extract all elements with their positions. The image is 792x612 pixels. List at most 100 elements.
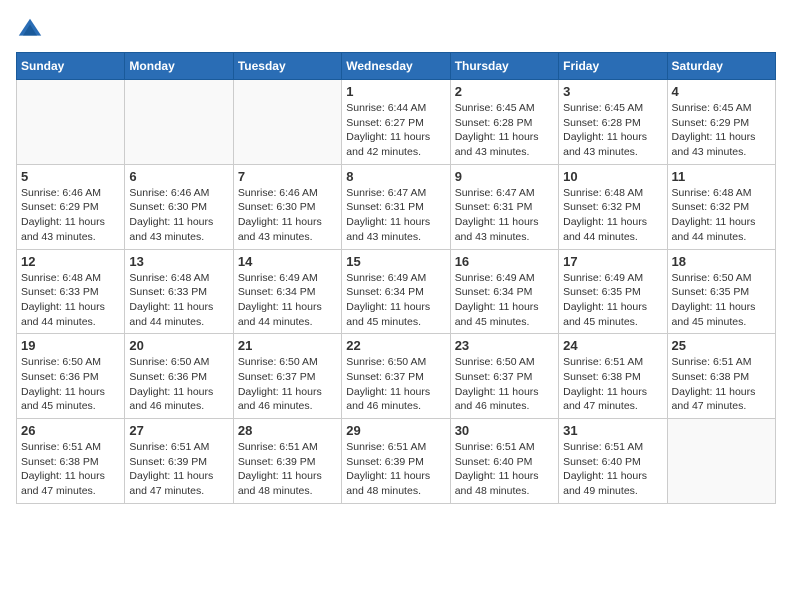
day-info: Sunrise: 6:46 AM Sunset: 6:29 PM Dayligh… [21, 186, 120, 245]
page-header [16, 16, 776, 44]
day-number: 14 [238, 254, 337, 269]
calendar-day-header: Saturday [667, 53, 775, 80]
day-info: Sunrise: 6:49 AM Sunset: 6:34 PM Dayligh… [238, 271, 337, 330]
day-number: 13 [129, 254, 228, 269]
day-number: 19 [21, 338, 120, 353]
day-info: Sunrise: 6:47 AM Sunset: 6:31 PM Dayligh… [346, 186, 445, 245]
calendar-cell: 22 Sunrise: 6:50 AM Sunset: 6:37 PM Dayli… [342, 334, 450, 419]
day-info: Sunrise: 6:51 AM Sunset: 6:40 PM Dayligh… [563, 440, 662, 499]
day-number: 17 [563, 254, 662, 269]
calendar-cell: 9 Sunrise: 6:47 AM Sunset: 6:31 PM Daylig… [450, 164, 558, 249]
day-info: Sunrise: 6:48 AM Sunset: 6:33 PM Dayligh… [129, 271, 228, 330]
day-info: Sunrise: 6:45 AM Sunset: 6:28 PM Dayligh… [563, 101, 662, 160]
calendar-cell: 12 Sunrise: 6:48 AM Sunset: 6:33 PM Dayli… [17, 249, 125, 334]
calendar-week-row: 5 Sunrise: 6:46 AM Sunset: 6:29 PM Daylig… [17, 164, 776, 249]
calendar-cell: 13 Sunrise: 6:48 AM Sunset: 6:33 PM Dayli… [125, 249, 233, 334]
day-number: 10 [563, 169, 662, 184]
day-number: 7 [238, 169, 337, 184]
day-number: 21 [238, 338, 337, 353]
day-info: Sunrise: 6:49 AM Sunset: 6:35 PM Dayligh… [563, 271, 662, 330]
day-info: Sunrise: 6:51 AM Sunset: 6:38 PM Dayligh… [21, 440, 120, 499]
day-number: 5 [21, 169, 120, 184]
day-info: Sunrise: 6:44 AM Sunset: 6:27 PM Dayligh… [346, 101, 445, 160]
calendar-day-header: Sunday [17, 53, 125, 80]
day-number: 26 [21, 423, 120, 438]
calendar-cell: 10Sunrise: 6:48 AM Sunset: 6:32 PM Dayli… [559, 164, 667, 249]
logo [16, 16, 48, 44]
calendar-day-header: Wednesday [342, 53, 450, 80]
calendar-cell: 28 Sunrise: 6:51 AM Sunset: 6:39 PM Dayli… [233, 419, 341, 504]
calendar-cell: 3 Sunrise: 6:45 AM Sunset: 6:28 PM Daylig… [559, 80, 667, 165]
calendar-cell: 2Sunrise: 6:45 AM Sunset: 6:28 PM Daylig… [450, 80, 558, 165]
calendar-table: SundayMondayTuesdayWednesdayThursdayFrid… [16, 52, 776, 504]
day-number: 4 [672, 84, 771, 99]
calendar-cell: 6 Sunrise: 6:46 AM Sunset: 6:30 PM Daylig… [125, 164, 233, 249]
day-number: 11 [672, 169, 771, 184]
calendar-cell: 21 Sunrise: 6:50 AM Sunset: 6:37 PM Dayli… [233, 334, 341, 419]
calendar-cell: 23 Sunrise: 6:50 AM Sunset: 6:37 PM Dayli… [450, 334, 558, 419]
day-info: Sunrise: 6:47 AM Sunset: 6:31 PM Dayligh… [455, 186, 554, 245]
calendar-cell: 14 Sunrise: 6:49 AM Sunset: 6:34 PM Dayli… [233, 249, 341, 334]
day-number: 25 [672, 338, 771, 353]
calendar-cell: 16Sunrise: 6:49 AM Sunset: 6:34 PM Dayli… [450, 249, 558, 334]
day-info: Sunrise: 6:51 AM Sunset: 6:39 PM Dayligh… [129, 440, 228, 499]
day-info: Sunrise: 6:51 AM Sunset: 6:40 PM Dayligh… [455, 440, 554, 499]
calendar-cell: 8Sunrise: 6:47 AM Sunset: 6:31 PM Daylig… [342, 164, 450, 249]
calendar-cell: 30 Sunrise: 6:51 AM Sunset: 6:40 PM Dayli… [450, 419, 558, 504]
calendar-cell: 25 Sunrise: 6:51 AM Sunset: 6:38 PM Dayli… [667, 334, 775, 419]
calendar-cell: 4Sunrise: 6:45 AM Sunset: 6:29 PM Daylig… [667, 80, 775, 165]
day-info: Sunrise: 6:50 AM Sunset: 6:37 PM Dayligh… [455, 355, 554, 414]
day-info: Sunrise: 6:50 AM Sunset: 6:35 PM Dayligh… [672, 271, 771, 330]
day-number: 22 [346, 338, 445, 353]
calendar-week-row: 26 Sunrise: 6:51 AM Sunset: 6:38 PM Dayli… [17, 419, 776, 504]
day-number: 18 [672, 254, 771, 269]
day-number: 3 [563, 84, 662, 99]
calendar-cell: 11Sunrise: 6:48 AM Sunset: 6:32 PM Dayli… [667, 164, 775, 249]
day-info: Sunrise: 6:51 AM Sunset: 6:39 PM Dayligh… [346, 440, 445, 499]
day-number: 9 [455, 169, 554, 184]
day-info: Sunrise: 6:50 AM Sunset: 6:37 PM Dayligh… [346, 355, 445, 414]
day-number: 6 [129, 169, 228, 184]
day-info: Sunrise: 6:48 AM Sunset: 6:33 PM Dayligh… [21, 271, 120, 330]
day-info: Sunrise: 6:46 AM Sunset: 6:30 PM Dayligh… [129, 186, 228, 245]
calendar-cell [233, 80, 341, 165]
calendar-cell: 24Sunrise: 6:51 AM Sunset: 6:38 PM Dayli… [559, 334, 667, 419]
calendar-day-header: Friday [559, 53, 667, 80]
calendar-cell: 26 Sunrise: 6:51 AM Sunset: 6:38 PM Dayli… [17, 419, 125, 504]
day-number: 23 [455, 338, 554, 353]
logo-icon [16, 16, 44, 44]
day-info: Sunrise: 6:50 AM Sunset: 6:37 PM Dayligh… [238, 355, 337, 414]
day-info: Sunrise: 6:50 AM Sunset: 6:36 PM Dayligh… [129, 355, 228, 414]
day-number: 28 [238, 423, 337, 438]
day-number: 24 [563, 338, 662, 353]
day-number: 29 [346, 423, 445, 438]
day-info: Sunrise: 6:46 AM Sunset: 6:30 PM Dayligh… [238, 186, 337, 245]
day-info: Sunrise: 6:49 AM Sunset: 6:34 PM Dayligh… [346, 271, 445, 330]
day-number: 1 [346, 84, 445, 99]
calendar-cell [125, 80, 233, 165]
calendar-week-row: 1 Sunrise: 6:44 AM Sunset: 6:27 PM Daylig… [17, 80, 776, 165]
calendar-cell: 27Sunrise: 6:51 AM Sunset: 6:39 PM Dayli… [125, 419, 233, 504]
day-info: Sunrise: 6:45 AM Sunset: 6:28 PM Dayligh… [455, 101, 554, 160]
day-number: 15 [346, 254, 445, 269]
calendar-day-header: Monday [125, 53, 233, 80]
calendar-header-row: SundayMondayTuesdayWednesdayThursdayFrid… [17, 53, 776, 80]
calendar-cell: 18 Sunrise: 6:50 AM Sunset: 6:35 PM Dayli… [667, 249, 775, 334]
calendar-cell: 31Sunrise: 6:51 AM Sunset: 6:40 PM Dayli… [559, 419, 667, 504]
calendar-cell: 19Sunrise: 6:50 AM Sunset: 6:36 PM Dayli… [17, 334, 125, 419]
calendar-cell: 1 Sunrise: 6:44 AM Sunset: 6:27 PM Daylig… [342, 80, 450, 165]
calendar-cell: 7 Sunrise: 6:46 AM Sunset: 6:30 PM Daylig… [233, 164, 341, 249]
calendar-cell: 5 Sunrise: 6:46 AM Sunset: 6:29 PM Daylig… [17, 164, 125, 249]
calendar-cell: 17 Sunrise: 6:49 AM Sunset: 6:35 PM Dayli… [559, 249, 667, 334]
calendar-cell: 15 Sunrise: 6:49 AM Sunset: 6:34 PM Dayli… [342, 249, 450, 334]
calendar-cell: 20Sunrise: 6:50 AM Sunset: 6:36 PM Dayli… [125, 334, 233, 419]
day-number: 16 [455, 254, 554, 269]
calendar-day-header: Tuesday [233, 53, 341, 80]
calendar-day-header: Thursday [450, 53, 558, 80]
calendar-week-row: 19 Sunrise: 6:50 AM Sunset: 6:36 PM Dayli… [17, 334, 776, 419]
day-number: 12 [21, 254, 120, 269]
day-info: Sunrise: 6:51 AM Sunset: 6:38 PM Dayligh… [672, 355, 771, 414]
day-number: 30 [455, 423, 554, 438]
calendar-cell [17, 80, 125, 165]
day-info: Sunrise: 6:51 AM Sunset: 6:39 PM Dayligh… [238, 440, 337, 499]
